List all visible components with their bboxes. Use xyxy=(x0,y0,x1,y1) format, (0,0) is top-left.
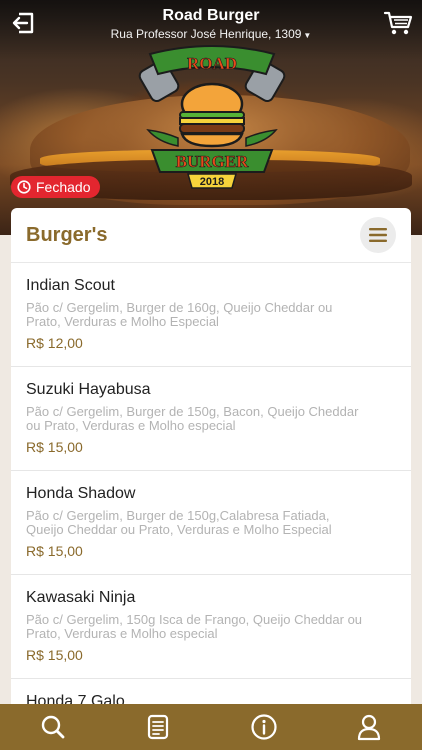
back-button[interactable] xyxy=(8,8,38,38)
item-name: Kawasaki Ninja xyxy=(26,589,136,606)
logo-text-burger: BURGER xyxy=(176,152,249,171)
item-description-line: Pão c/ Gergelim, Burger de 150g,Calabres… xyxy=(26,508,330,523)
bottom-nav xyxy=(0,704,422,750)
back-icon xyxy=(12,12,34,34)
nav-search[interactable] xyxy=(0,704,106,750)
nav-info[interactable] xyxy=(211,704,317,750)
caret-down-icon: ▼ xyxy=(303,31,312,40)
item-description-line: Pão c/ Gergelim, 150g Isca de Frango, Qu… xyxy=(26,612,363,627)
item-name: Honda Shadow xyxy=(26,485,136,502)
item-description-line: Prato, Verduras e Molho especial xyxy=(26,626,218,641)
profile-icon xyxy=(358,714,381,741)
category-menu-button[interactable] xyxy=(360,217,396,253)
road-burger-logo: ROAD BURGER 2018 xyxy=(138,45,286,189)
nav-profile[interactable] xyxy=(317,704,422,750)
menu-item-kawasaki-ninja[interactable]: Kawasaki Ninja Pão c/ Gergelim, 150g Isc… xyxy=(11,575,411,679)
item-price: R$ 15,00 xyxy=(26,647,83,663)
category-header: Burger's xyxy=(11,208,411,263)
top-bar: Road Burger Rua Professor José Henrique,… xyxy=(0,0,422,46)
category-title: Burger's xyxy=(26,223,108,246)
menu-item-honda-shadow[interactable]: Honda Shadow Pão c/ Gergelim, Burger de … xyxy=(11,471,411,575)
logo-text-road: ROAD xyxy=(187,54,237,73)
clock-icon xyxy=(17,180,31,194)
status-label: Fechado xyxy=(36,179,91,195)
item-description-line: Queijo Cheddar ou Prato, Verduras e Molh… xyxy=(26,522,332,537)
item-price: R$ 12,00 xyxy=(26,335,83,351)
item-description-line: Pão c/ Gergelim, Burger de 160g, Queijo … xyxy=(26,300,333,315)
menu-list-icon xyxy=(148,714,169,740)
cart-button[interactable] xyxy=(382,8,414,38)
menu-card: Burger's Indian Scout Pão c/ Gergelim, B… xyxy=(11,208,411,728)
address-selector[interactable]: Rua Professor José Henrique, 1309 ▼ xyxy=(60,26,362,44)
address-text: Rua Professor José Henrique, 1309 xyxy=(110,27,302,41)
item-description-line: Pão c/ Gergelim, Burger de 150g, Bacon, … xyxy=(26,404,359,419)
info-icon xyxy=(251,714,277,740)
item-name: Suzuki Hayabusa xyxy=(26,381,151,398)
item-price: R$ 15,00 xyxy=(26,439,83,455)
item-price: R$ 15,00 xyxy=(26,543,83,559)
menu-item-suzuki-hayabusa[interactable]: Suzuki Hayabusa Pão c/ Gergelim, Burger … xyxy=(11,367,411,471)
search-icon xyxy=(41,715,65,739)
cart-icon xyxy=(383,11,413,35)
status-badge: Fechado xyxy=(11,176,101,198)
menu-item-indian-scout[interactable]: Indian Scout Pão c/ Gergelim, Burger de … xyxy=(11,263,411,367)
header-title: Road Burger Rua Professor José Henrique,… xyxy=(60,6,362,44)
item-description-line: Prato, Verduras e Molho Especial xyxy=(26,314,219,329)
logo-year: 2018 xyxy=(200,176,224,188)
store-name: Road Burger xyxy=(162,7,260,24)
item-description-line: ou Prato, Verduras e Molho especial xyxy=(26,418,236,433)
item-name: Indian Scout xyxy=(26,277,115,294)
hamburger-icon xyxy=(369,228,387,242)
nav-menu[interactable] xyxy=(106,704,212,750)
